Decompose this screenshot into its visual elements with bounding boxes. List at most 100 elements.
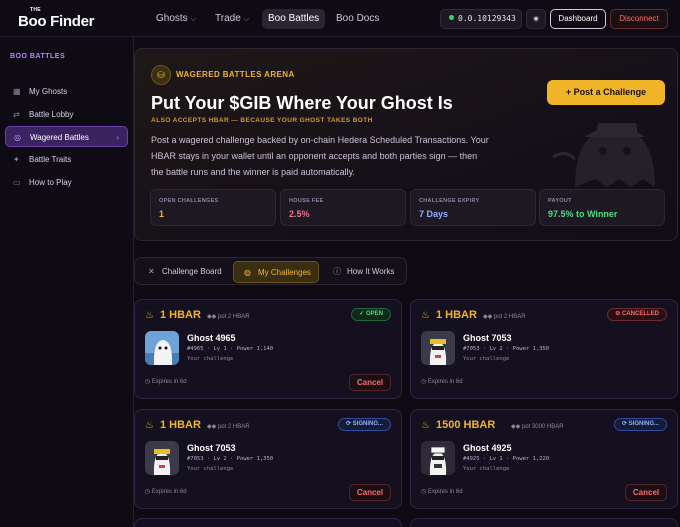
ghost-name: Ghost 4965 [187,333,236,343]
chevron-right-icon: › [116,133,119,142]
pot-amount: ◆◆ pot 3000 HBAR [511,424,564,430]
wallet-status[interactable]: 0.0.10129343 [440,9,522,29]
cancel-button[interactable]: Cancel [625,484,667,501]
challenge-card[interactable]: ♨ 1 HBAR ◆◆ pot 2 HBAR ⟳ SIGNING... Ghos… [134,409,402,509]
expiry-text: ◷ Expires in 6d [145,379,187,385]
wager-amount: 1 HBAR [436,309,477,321]
stat-label: CHALLENGE EXPIRY [419,198,480,204]
ghost-avatar-icon [421,441,455,475]
stat-value: 2.5% [289,209,310,219]
pot-amount: ◆◆ pot 2 HBAR [207,314,250,320]
pot-amount: ◆◆ pot 2 HBAR [483,314,526,320]
pot-amount: ◆◆ pot 2 HBAR [207,424,250,430]
stat-value: 97.5% to Winner [548,209,618,219]
wallet-address: 0.0.10129343 [458,14,516,23]
tab-how-it-works[interactable]: ⓘ How It Works [323,261,394,283]
expiry-text: ◷ Expires in 6d [421,379,463,385]
nav-boo-docs[interactable]: Boo Docs [330,9,385,29]
grid-icon: ▦ [13,87,21,96]
stat-house-fee: HOUSE FEE 2.5% [280,189,406,226]
nav-boo-battles-label: Boo Battles [268,13,320,24]
tab-label: My Challenges [258,268,311,277]
challenge-card[interactable] [410,518,678,527]
tab-challenge-board[interactable]: ✕ Challenge Board [138,261,222,283]
hero-subtitle: ALSO ACCEPTS HBAR — BECAUSE YOUR GHOST T… [151,117,373,124]
challenge-card[interactable]: ♨ 1 HBAR ◆◆ pot 2 HBAR ✓ OPEN Ghost 4965… [134,299,402,399]
stat-payout: PAYOUT 97.5% to Winner [539,189,665,226]
nav-boo-battles[interactable]: Boo Battles [262,9,326,29]
ghost-meta: #4965 · Lv 1 · Power 1,140 [187,346,274,352]
flame-icon: ♨ [145,310,154,321]
sidebar-item-my-ghosts[interactable]: ▦ My Ghosts [5,81,128,102]
flame-icon: ♨ [421,310,430,321]
dashboard-button[interactable]: Dashboard [550,9,606,29]
sidebar-item-label: Battle Lobby [29,110,74,119]
shield-icon: ◍ [244,268,251,277]
sparkle-icon: ✦ [13,155,20,164]
ghost-name: Ghost 4925 [463,443,512,453]
status-badge: ✓ OPEN [351,308,391,321]
hero-panel: ⛁ WAGERED BATTLES ARENA Put Your $GIB Wh… [134,48,678,241]
challenge-card[interactable]: ♨ 1 HBAR ◆◆ pot 2 HBAR ⊘ CANCELLED Ghost… [410,299,678,399]
ghost-avatar-icon [145,331,179,365]
sidebar-item-label: How to Play [29,178,72,187]
stat-challenge-expiry: CHALLENGE EXPIRY 7 Days [410,189,536,226]
hero-kicker: WAGERED BATTLES ARENA [176,70,295,79]
ghost-avatar-icon [421,331,455,365]
chevron-down-icon: ⌵ [190,16,196,23]
tab-my-challenges[interactable]: ◍ My Challenges [233,261,319,283]
arena-badge-icon: ⛁ [151,65,171,85]
challenge-owner-note: Your challenge [463,356,510,362]
sidebar-item-wagered-battles[interactable]: ◎ Wagered Battles › [5,126,128,147]
chevron-down-icon: ⌵ [243,16,250,23]
stat-value: 7 Days [419,209,449,219]
challenge-owner-note: Your challenge [187,466,234,472]
stat-label: HOUSE FEE [289,198,324,204]
tab-label: Challenge Board [162,267,222,276]
cancel-button[interactable]: Cancel [349,484,391,501]
wager-amount: 1 HBAR [160,419,201,431]
sidebar-item-label: Wagered Battles [30,133,89,142]
ghost-meta: #7053 · Lv 2 · Power 1,350 [187,456,274,462]
post-challenge-button[interactable]: + Post a Challenge [547,80,665,105]
ghost-avatar [145,331,179,365]
status-badge: ⟳ SIGNING... [613,418,667,431]
sidebar: BOO BATTLES ▦ My Ghosts ⇄ Battle Lobby ◎ Wa… [0,37,134,527]
nav-trade-label: Trade [215,13,241,24]
stat-label: PAYOUT [548,198,572,204]
nav-trade[interactable]: Trade ⌵ [209,9,255,29]
challenge-owner-note: Your challenge [463,466,510,472]
nav-ghosts-label: Ghosts [156,13,188,24]
flame-icon: ♨ [145,420,154,431]
challenge-card[interactable]: ♨ 1500 HBAR ◆◆ pot 3000 HBAR ⟳ SIGNING..… [410,409,678,509]
sun-icon: ✷ [532,14,540,24]
challenge-owner-note: Your challenge [187,356,234,362]
wager-amount: 1 HBAR [160,309,201,321]
ghost-avatar-icon [145,441,179,475]
sidebar-item-label: My Ghosts [29,87,68,96]
nav-ghosts[interactable]: Ghosts ⌵ [150,9,202,29]
ghost-name: Ghost 7053 [463,333,512,343]
sidebar-item-how-to-play[interactable]: ▭ How to Play [5,172,128,193]
expiry-text: ◷ Expires in 6d [421,489,463,495]
status-badge: ⟳ SIGNING... [337,418,391,431]
sidebar-item-battle-lobby[interactable]: ⇄ Battle Lobby [5,104,128,125]
challenge-tabs: ✕ Challenge Board ◍ My Challenges ⓘ How It … [134,257,407,285]
disconnect-button[interactable]: Disconnect [610,9,668,29]
tab-label: How It Works [347,267,395,276]
cancel-button[interactable]: Cancel [349,374,391,391]
stat-label: OPEN CHALLENGES [159,198,219,204]
stat-value: 1 [159,209,165,219]
book-icon: ▭ [13,178,21,187]
ghost-illustration-icon [552,123,655,187]
info-icon: ⓘ [333,267,341,276]
wager-amount: 1500 HBAR [436,419,496,431]
ghost-avatar [421,331,455,365]
theme-toggle-button[interactable]: ✷ [526,9,546,29]
sidebar-item-battle-traits[interactable]: ✦ Battle Traits [5,149,128,170]
ghost-meta: #7053 · Lv 2 · Power 1,350 [463,346,550,352]
plus-icon: + [565,87,574,97]
ghost-meta: #4925 · Lv 1 · Power 1,220 [463,456,550,462]
challenge-card[interactable] [134,518,402,527]
flame-icon: ♨ [421,420,430,431]
